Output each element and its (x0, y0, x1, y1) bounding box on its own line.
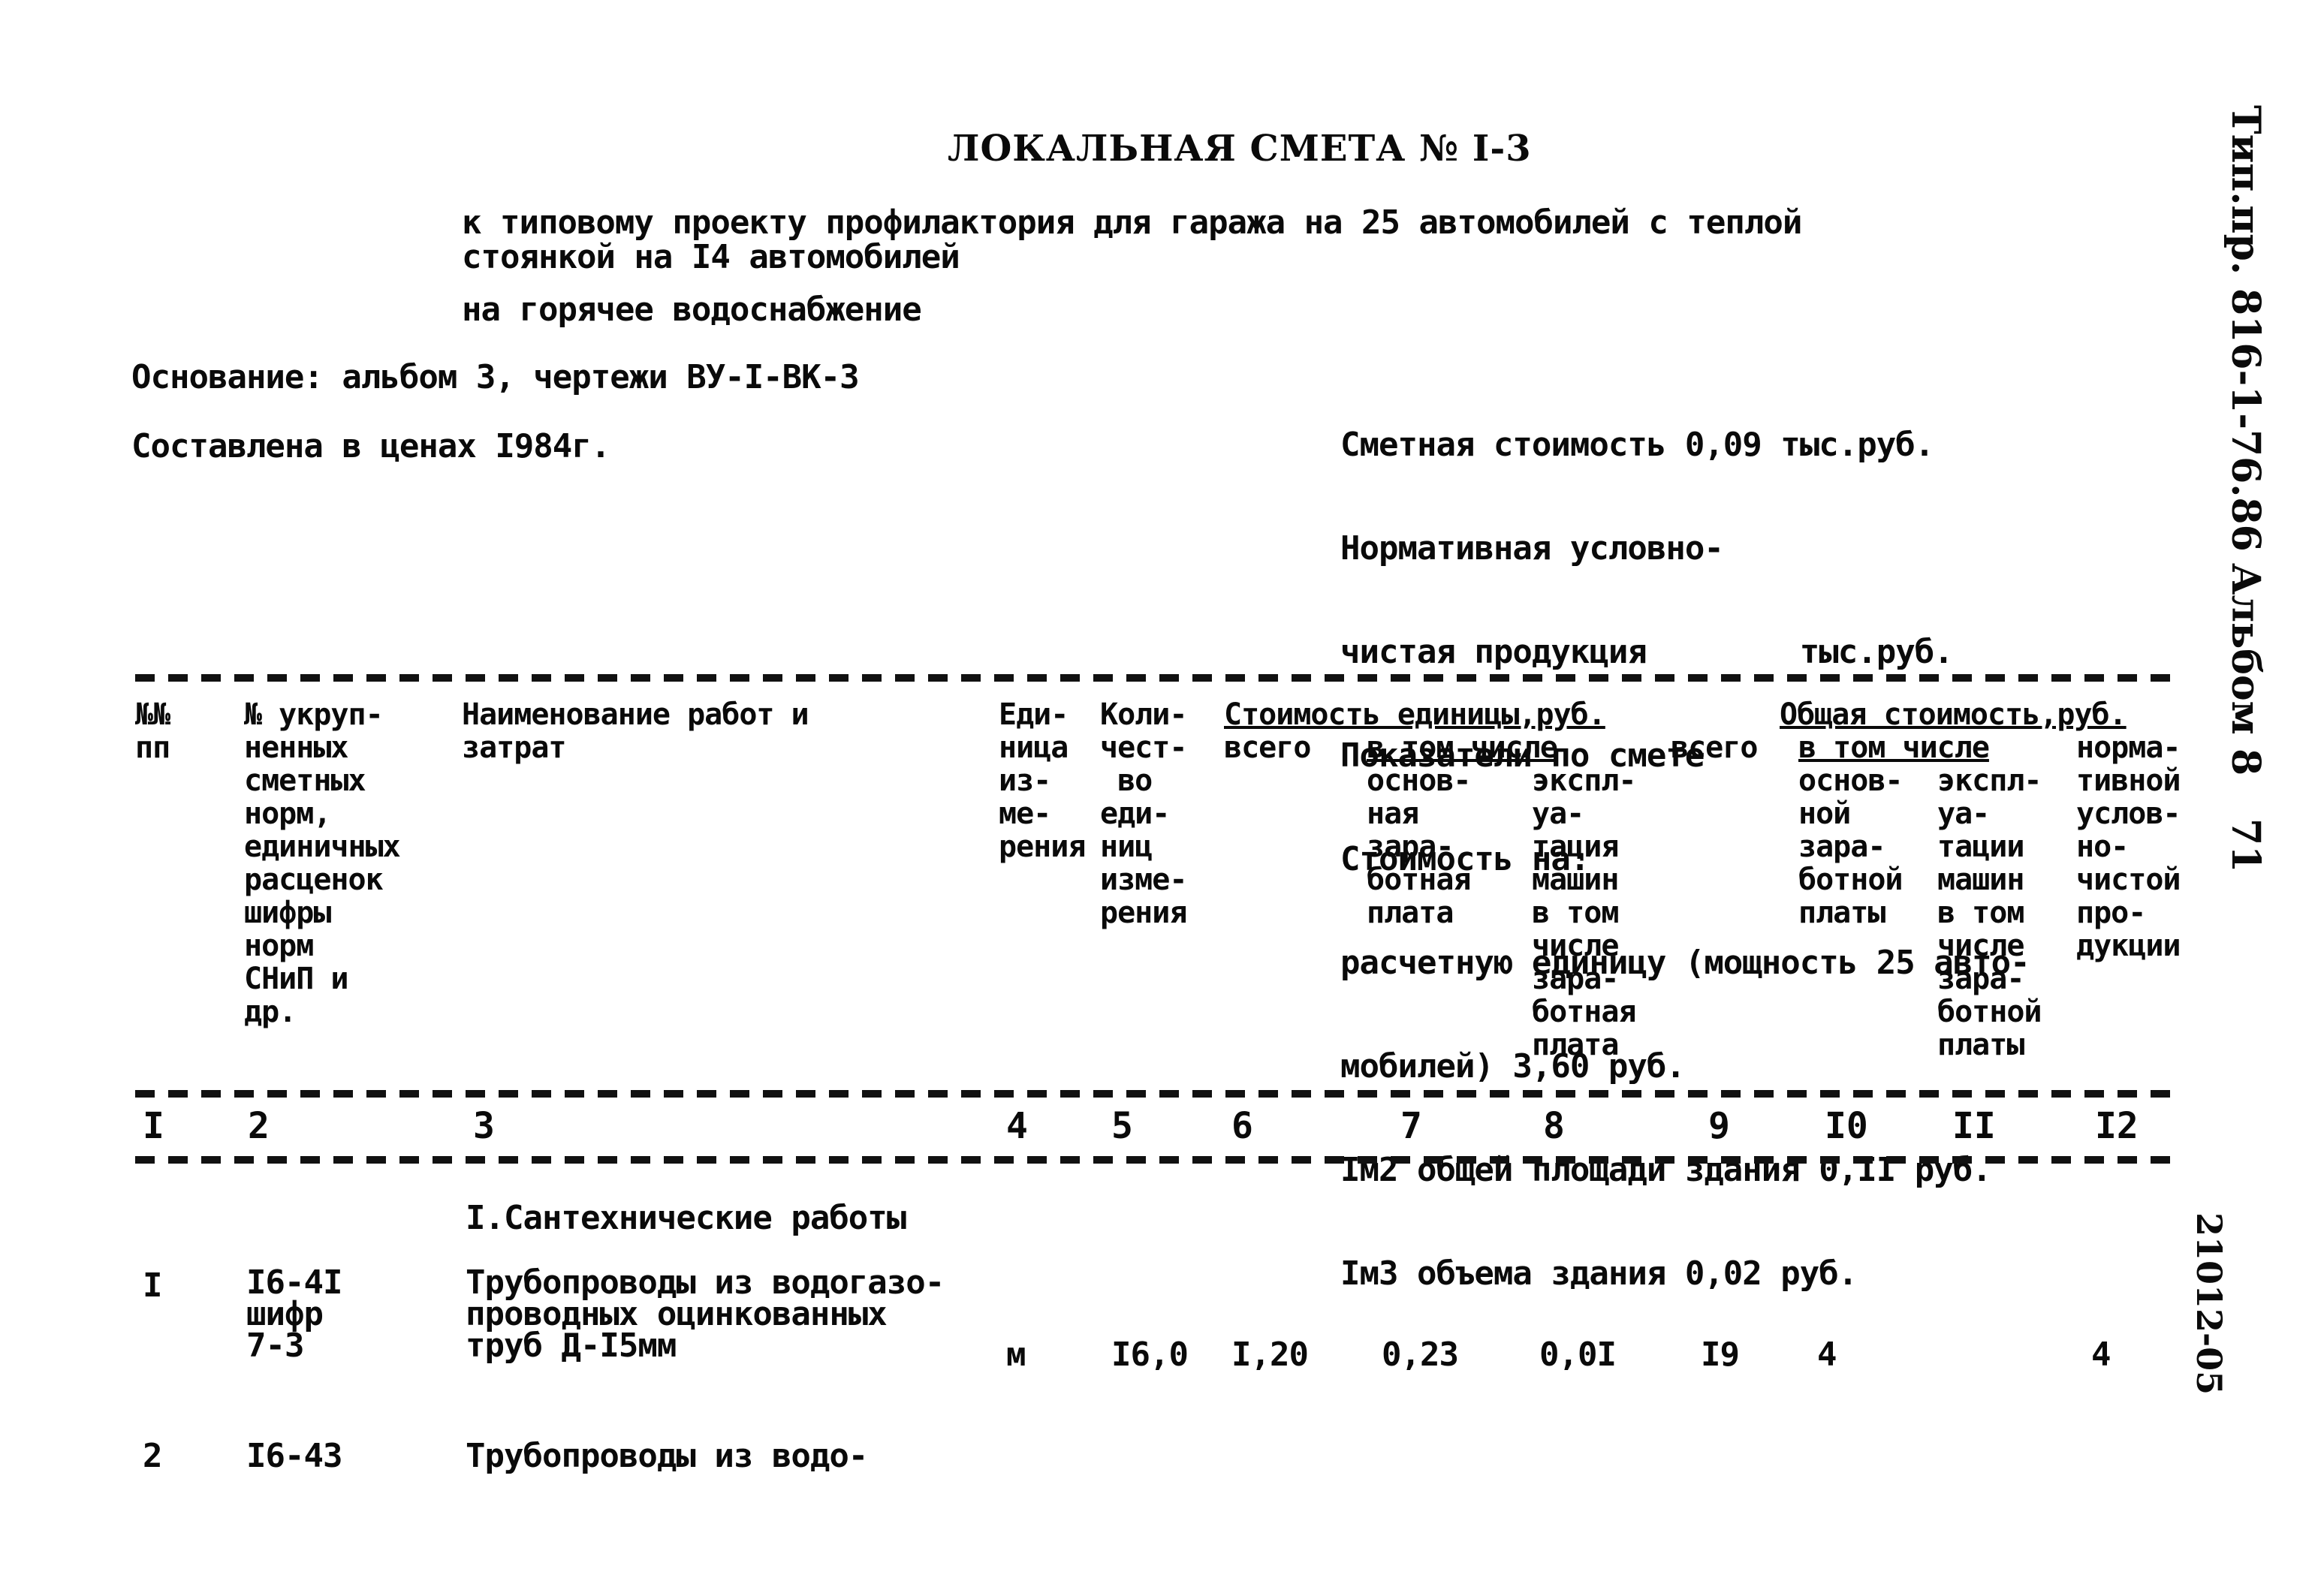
subtitle-line-1: к типовому проекту профилактория для гар… (462, 203, 1802, 242)
row-unit-machine: 0,0I (1539, 1336, 1617, 1374)
header-col-12: норма- тивной услов- но- чистой про- дук… (2076, 730, 2181, 963)
row-unit-total: I,20 (1231, 1336, 1309, 1374)
subtitle-line-2: стоянкой на I4 автомобилей (462, 238, 960, 276)
summary-line: Сметная стоимость 0,09 тыс.руб. (1340, 426, 1934, 464)
column-number: 5 (1111, 1105, 1133, 1147)
stamp-number: 21012-05 (2189, 1212, 2229, 1396)
column-number: 9 (1708, 1105, 1730, 1147)
column-number: I (143, 1105, 164, 1147)
subtitle-line-3: на горячее водоснабжение (462, 291, 922, 329)
header-bottom-rule (135, 1090, 2178, 1098)
header-total-in-that-number: в том числе (1798, 730, 1990, 765)
row-number: 2 (143, 1437, 162, 1475)
row-qty: I6,0 (1111, 1336, 1189, 1374)
header-col-3: Наименование работ и затрат (462, 697, 809, 765)
row-code: I6-4I шифр 7-3 (246, 1263, 342, 1365)
album-label: Альбом 8 (2223, 563, 2268, 776)
header-col-6: всего (1224, 730, 1311, 765)
column-number: II (1952, 1105, 1996, 1147)
header-top-rule (135, 674, 2178, 682)
column-number: 8 (1543, 1105, 1565, 1147)
row-code: I6-43 (246, 1437, 342, 1475)
column-number: 2 (248, 1105, 270, 1147)
column-number: 6 (1231, 1105, 1253, 1147)
basis-text: Основание: альбом 3, чертежи ВУ-I-ВК-3 (131, 358, 860, 396)
header-col-1: №№ пп (135, 697, 170, 765)
header-col-2: № укруп- ненных сметных норм, единичных … (244, 697, 401, 1029)
header-col-4: Еди- ница из- ме- рения (999, 697, 1086, 864)
row-number: I (143, 1266, 162, 1305)
column-number: I0 (1825, 1105, 1868, 1147)
column-number: 3 (473, 1105, 495, 1147)
header-col-5: Коли- чест- во еди- ниц изме- рения (1100, 697, 1187, 930)
column-number: 4 (1006, 1105, 1028, 1147)
summary-line: расчетную единицу (мощность 25 авто- (1340, 944, 2030, 982)
row-unit-wage: 0,23 (1382, 1336, 1459, 1374)
row-name: Трубопроводы из водогазо- проводных оцин… (466, 1263, 945, 1365)
header-unit-cost-group: Стоимость единицы,руб. (1224, 697, 1606, 732)
header-unit-in-that-number: в том числе (1367, 730, 1558, 765)
header-col-8: экспл- уа- тация машин в том числе зара-… (1532, 763, 1636, 1062)
row-total: I9 (1701, 1336, 1740, 1374)
header-col-11: экспл- уа- тации машин в том числе зара-… (1937, 763, 2042, 1062)
document-title: ЛОКАЛЬНАЯ СМЕТА № I-3 (948, 128, 1532, 170)
page-number: 71 (2223, 818, 2268, 873)
numbers-bottom-rule (135, 1156, 2178, 1164)
section-title: I.Сантехнические работы (466, 1199, 906, 1237)
row-total-wage: 4 (1817, 1336, 1837, 1374)
row-name: Трубопроводы из водо- (466, 1437, 868, 1475)
column-number: 7 (1400, 1105, 1422, 1147)
prices-text: Составлена в ценах I984г. (131, 427, 610, 465)
header-col-9: всего (1671, 730, 1758, 765)
row-unit: м (1006, 1336, 1026, 1374)
summary-line: Нормативная условно- (1340, 529, 1724, 568)
summary-line: Iм3 объема здания 0,02 руб. (1340, 1254, 1858, 1293)
row-normative: 4 (2091, 1336, 2111, 1374)
header-col-10: основ- ной зара- ботной платы (1798, 763, 1903, 930)
column-number: I2 (2095, 1105, 2139, 1147)
header-total-cost-group: Общая стоимость,руб. (1780, 697, 2127, 732)
summary-line: мобилей) 3,60 руб. (1340, 1047, 1686, 1086)
summary-line: чистая продукция тыс.руб. (1340, 633, 1954, 671)
project-code: Тип.пр. 816-1-76.86 (2223, 105, 2268, 552)
header-col-7: основ- ная зара- ботная плата (1367, 763, 1471, 930)
